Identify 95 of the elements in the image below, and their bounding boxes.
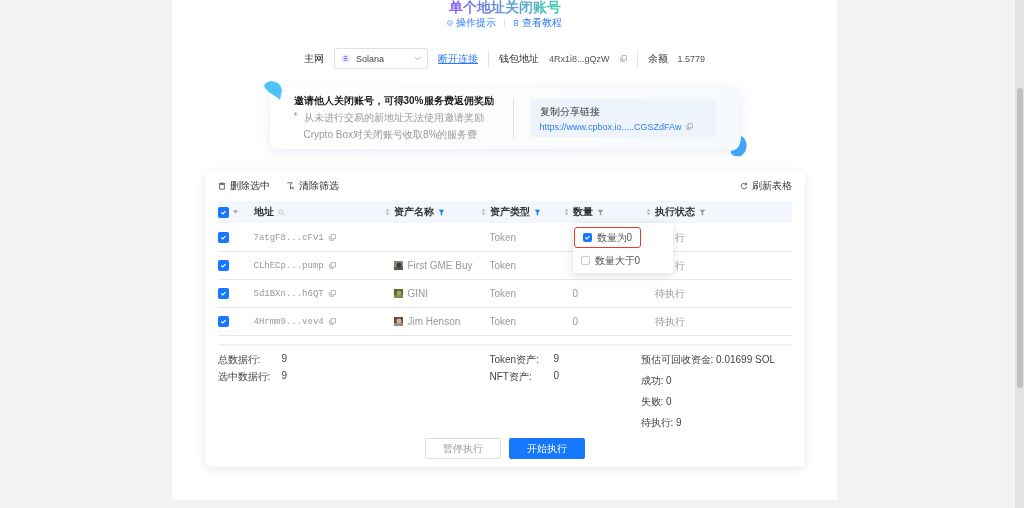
checkmark-icon [219, 290, 227, 297]
filter-icon[interactable] [698, 208, 706, 216]
summary-text: 失败: 0 [640, 395, 673, 409]
help-link[interactable]: 操作提示 [447, 16, 496, 30]
network-label: 主网 [303, 51, 324, 66]
summary-label: Token资产: [489, 353, 540, 367]
checkmark-icon [219, 262, 227, 269]
checkmark-icon [219, 234, 227, 241]
status-text: 待执行 [654, 286, 685, 301]
summary-text: 预估可回收资金: 0.01699 SOL [640, 353, 776, 367]
summary-value: 9 [553, 353, 561, 366]
refresh-icon [739, 182, 748, 190]
bullet-mark: * [293, 111, 299, 124]
quantity-text: 0 [572, 288, 579, 299]
blob-drawing [261, 80, 284, 102]
column-header: 数量 [572, 205, 593, 219]
row-checkbox[interactable] [217, 260, 229, 271]
disconnect-link[interactable]: 断开连接 [437, 51, 478, 66]
checkmark-icon [219, 208, 227, 216]
invite-title: 邀请他人关闭账号，可得30%服务费返佣奖励 [293, 94, 495, 108]
status-text: 行 [674, 230, 685, 245]
trash-icon [217, 182, 226, 190]
copy-icon[interactable] [328, 290, 336, 297]
checkmark-icon [219, 318, 227, 325]
asset-type: Token [489, 260, 517, 271]
scrollbar[interactable] [1015, 0, 1024, 508]
filter-icon[interactable] [596, 208, 604, 216]
column-header: 资产名称 [393, 205, 434, 219]
asset-name: GINI [407, 288, 429, 299]
summary-label: NFT资产: [489, 370, 533, 384]
sort-icon[interactable] [384, 208, 390, 216]
row-checkbox[interactable] [217, 232, 229, 243]
search-icon[interactable] [277, 208, 285, 216]
status-text: 待执行 [654, 314, 685, 329]
filter-icon[interactable] [533, 208, 541, 216]
column-header: 地址 [253, 205, 274, 219]
row-checkbox[interactable] [217, 288, 229, 299]
row-checkbox[interactable] [217, 316, 229, 327]
network-logo-icon [340, 54, 350, 63]
checkmark-icon [583, 234, 591, 241]
asset-name: First GME Buy [407, 260, 473, 271]
toolbar-button[interactable]: 清除筛选 [285, 179, 339, 193]
info-icon [447, 20, 453, 26]
refresh-button[interactable]: 刷新表格 [739, 179, 792, 193]
copy-icon[interactable] [328, 262, 336, 269]
share-label: 复制分享链接 [539, 104, 601, 119]
summary-value: 9 [281, 370, 289, 383]
copy-icon[interactable] [328, 234, 336, 241]
status-text: 行 [674, 258, 685, 273]
summary-text: 成功: 0 [640, 374, 673, 388]
copy-icon[interactable] [686, 123, 694, 130]
balance-value: 1.5779 [677, 53, 706, 64]
copy-icon[interactable] [619, 55, 627, 62]
filter-icon[interactable] [437, 208, 445, 216]
filter-clear-icon [285, 182, 295, 190]
address-text: CLhECp...pump [253, 260, 324, 271]
asset-type: Token [489, 232, 517, 243]
filter-option[interactable]: 数量为0 [574, 228, 641, 247]
sort-icon[interactable] [563, 208, 569, 216]
sort-icon[interactable] [480, 208, 486, 216]
option-checkbox[interactable] [580, 256, 590, 265]
summary-label: 总数据行: [217, 353, 262, 367]
blob-drawing [728, 135, 749, 157]
caret-icon[interactable] [232, 210, 238, 214]
start-button[interactable]: 开始执行 [508, 438, 585, 459]
address-text: 5d1BXn...h6QT [253, 288, 324, 299]
asset-name: Jim Henson [407, 316, 461, 327]
asset-type: Token [489, 316, 517, 327]
asset-type: Token [489, 288, 517, 299]
document-icon [513, 20, 519, 26]
address-text: 7atgF8...cFv1 [253, 232, 324, 243]
column-header: 执行状态 [654, 205, 695, 219]
wallet-address: 4Rx1i8...gQzW [548, 53, 610, 64]
sort-icon[interactable] [645, 208, 651, 216]
network-select[interactable]: Solana [333, 48, 428, 69]
filter-option[interactable]: 数量大于0 [572, 251, 649, 270]
summary-text: 待执行: 9 [640, 416, 683, 430]
summary-label: 选中数据行: [217, 370, 272, 384]
copy-icon[interactable] [328, 318, 336, 325]
page-title: 单个地址关闭账号 [448, 0, 561, 14]
toolbar-button[interactable]: 删除选中 [217, 179, 270, 193]
summary-value: 0 [553, 370, 561, 383]
invite-note: Crypto Box对关闭账号收取8%的服务费 [303, 128, 478, 142]
wallet-label: 钱包地址 [498, 51, 539, 66]
summary-value: 9 [281, 353, 289, 366]
share-link[interactable]: https://www.cpbox.io.....CGSZdFAw [539, 121, 682, 132]
column-header: 资产类型 [489, 205, 530, 219]
address-text: 4Hrmm9...vev4 [253, 316, 324, 327]
option-checkbox[interactable] [582, 233, 592, 242]
select-all-checkbox[interactable] [217, 206, 229, 218]
help-link[interactable]: 查看教程 [513, 16, 562, 30]
quantity-text: 0 [572, 316, 579, 327]
invite-note: 从未进行交易的新地址无法使用邀请奖励 [303, 111, 484, 125]
balance-label: 余额 [647, 51, 668, 66]
chevron-down-icon [413, 56, 421, 61]
